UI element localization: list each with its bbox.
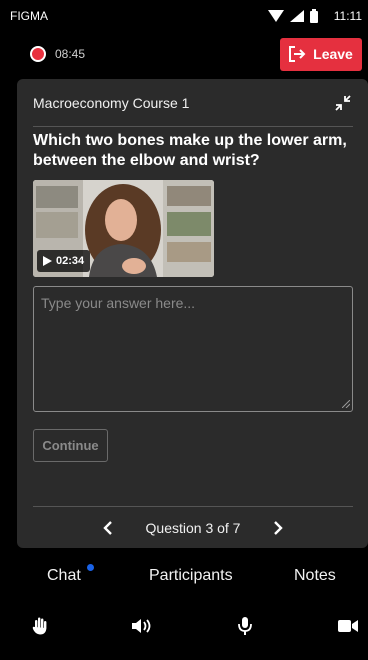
- tab-notes[interactable]: Notes: [294, 567, 336, 585]
- chevron-right-icon: [274, 520, 283, 535]
- tab-participants[interactable]: Participants: [149, 567, 233, 585]
- signal-icon: [289, 10, 304, 22]
- card-header: Macroeconomy Course 1: [33, 79, 353, 127]
- course-title: Macroeconomy Course 1: [33, 94, 190, 111]
- video-duration-chip: 02:34: [37, 250, 91, 272]
- camera-button[interactable]: [336, 614, 360, 638]
- camera-icon: [338, 620, 358, 632]
- microphone-icon: [238, 617, 252, 635]
- leave-button-label: Leave: [313, 46, 353, 62]
- status-icons: 11:11: [267, 9, 362, 23]
- answer-input[interactable]: [33, 286, 353, 412]
- question-pager: Question 3 of 7: [33, 506, 353, 548]
- collapse-icon[interactable]: [333, 93, 353, 113]
- session-header: 08:45 Leave: [0, 36, 368, 72]
- raise-hand-button[interactable]: [28, 614, 52, 638]
- microphone-button[interactable]: [233, 614, 257, 638]
- tab-chat[interactable]: Chat: [47, 567, 81, 585]
- previous-question-button[interactable]: [88, 513, 128, 543]
- play-icon: [43, 256, 52, 266]
- recording-indicator: 08:45: [30, 46, 85, 62]
- battery-icon: [309, 9, 318, 23]
- wifi-icon: [267, 10, 284, 22]
- record-icon: [30, 46, 46, 62]
- continue-button[interactable]: Continue: [33, 429, 108, 462]
- next-question-button[interactable]: [258, 513, 298, 543]
- clock: 11:11: [333, 9, 362, 23]
- chevron-left-icon: [103, 520, 112, 535]
- status-bar: FIGMA 11:11: [0, 0, 368, 32]
- bottom-tabs: Chat Participants Notes: [0, 554, 368, 596]
- speaker-icon: [132, 619, 151, 633]
- video-duration: 02:34: [56, 255, 85, 267]
- video-thumbnail[interactable]: 02:34: [33, 180, 214, 277]
- resize-grip-icon[interactable]: [342, 400, 350, 408]
- question-text: Which two bones make up the lower arm, b…: [33, 132, 347, 169]
- raise-hand-icon: [32, 617, 47, 635]
- recording-time: 08:45: [55, 47, 86, 61]
- leave-button[interactable]: Leave: [280, 37, 362, 71]
- chat-notification-dot: [87, 564, 94, 571]
- question-counter: Question 3 of 7: [145, 519, 241, 536]
- exit-icon: [289, 46, 306, 62]
- carrier-label: FIGMA: [10, 9, 48, 23]
- question-card: Macroeconomy Course 1 Which two bones ma…: [17, 79, 368, 548]
- call-controls: [0, 608, 368, 644]
- speaker-button[interactable]: [130, 614, 154, 638]
